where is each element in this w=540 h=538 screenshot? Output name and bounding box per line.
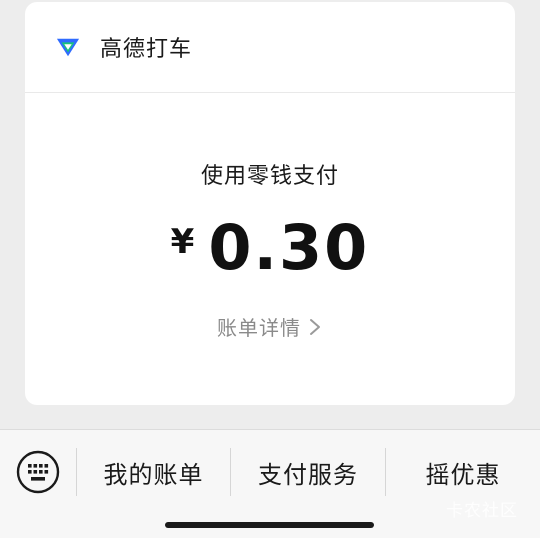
menu-item-my-bills[interactable]: 我的账单 <box>77 448 230 496</box>
menu-item-label: 摇优惠 <box>425 460 501 489</box>
payment-amount: ¥ 0.30 <box>25 212 515 284</box>
merchant-header: 高德打车 <box>25 2 515 93</box>
payment-card: 高德打车 使用零钱支付 ¥ 0.30 账单详情 <box>25 2 515 405</box>
chevron-right-icon <box>309 318 323 336</box>
menu-item-label: 支付服务 <box>258 460 358 489</box>
menu-item-label: 我的账单 <box>103 460 204 489</box>
bill-detail-link[interactable]: 账单详情 <box>25 312 515 341</box>
amap-logo-icon <box>56 35 80 59</box>
home-indicator[interactable] <box>165 522 374 528</box>
menu-item-shake-discount[interactable]: 摇优惠 <box>386 448 540 496</box>
payment-success-page: 高德打车 使用零钱支付 ¥ 0.30 账单详情 我的账单 支付服务 摇优惠 卡农… <box>0 0 540 538</box>
currency-symbol: ¥ <box>170 222 195 262</box>
merchant-name: 高德打车 <box>100 37 193 62</box>
bill-detail-label: 账单详情 <box>217 316 301 340</box>
watermark-text: 卡农社区 <box>446 501 518 521</box>
menu-item-payment-services[interactable]: 支付服务 <box>231 448 385 496</box>
keyboard-icon[interactable] <box>16 450 60 494</box>
payment-method-label: 使用零钱支付 <box>200 164 339 189</box>
amount-value: 0.30 <box>208 211 370 284</box>
